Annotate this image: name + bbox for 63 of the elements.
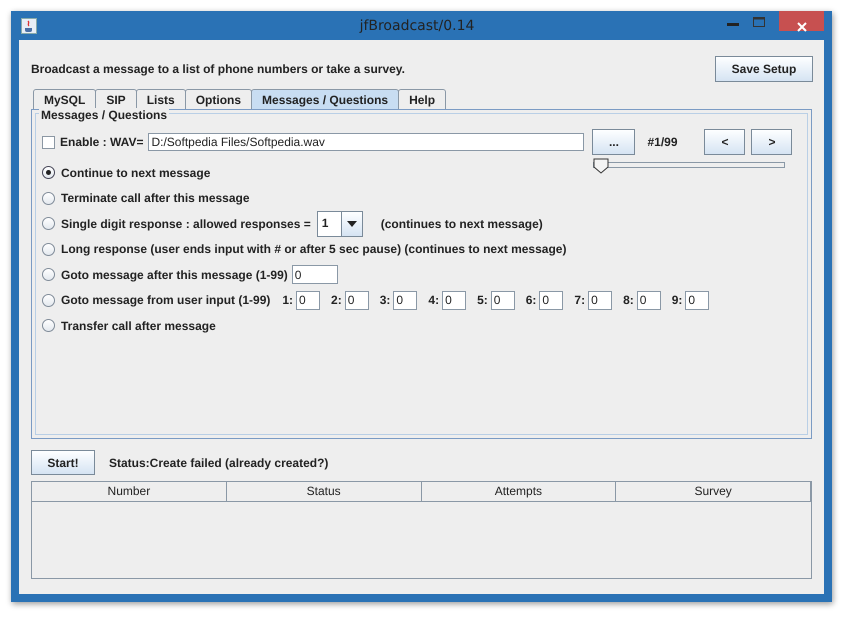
- option-label[interactable]: Continue to next message: [61, 166, 210, 180]
- message-number-field[interactable]: 0: [292, 265, 338, 284]
- radio-button[interactable]: [42, 268, 55, 282]
- description-text: Broadcast a message to a list of phone numbers or take a survey.: [31, 62, 405, 76]
- digit-label: 3:: [380, 293, 390, 308]
- option-label[interactable]: Goto message from user input (1-99): [61, 293, 270, 308]
- wav-path-field[interactable]: D:/Softpedia Files/Softpedia.wav: [148, 133, 584, 151]
- digit-label: 6:: [526, 293, 536, 308]
- enable-checkbox[interactable]: Enable : WAV=: [42, 135, 144, 149]
- digit-field[interactable]: 0: [685, 290, 710, 310]
- option-label[interactable]: Terminate call after this message: [61, 191, 250, 206]
- column-header[interactable]: Number: [32, 482, 227, 502]
- digit-field[interactable]: 0: [296, 290, 320, 310]
- digit-label: 5:: [477, 293, 488, 308]
- responses-dropdown[interactable]: 1: [316, 210, 363, 237]
- next-button[interactable]: >: [751, 129, 792, 155]
- column-header[interactable]: Attempts: [422, 482, 616, 502]
- start-button[interactable]: Start!: [31, 450, 95, 475]
- digit-field[interactable]: 0: [442, 290, 466, 310]
- slider[interactable]: [593, 158, 785, 174]
- column-header[interactable]: Survey: [616, 482, 811, 502]
- option-label[interactable]: Goto message after this message (1-99): [61, 268, 288, 282]
- save-setup-button[interactable]: Save Setup: [715, 56, 813, 82]
- close-button[interactable]: [779, 11, 824, 31]
- minimize-icon[interactable]: [727, 23, 739, 27]
- status-text: Status:Create failed (already created?): [109, 456, 328, 470]
- slider-thumb[interactable]: [593, 158, 609, 174]
- caret-icon: [346, 220, 357, 227]
- digit-field[interactable]: 0: [588, 290, 612, 310]
- option-label[interactable]: Transfer call after message: [61, 318, 216, 333]
- digit-field[interactable]: 0: [636, 290, 661, 310]
- radio-button[interactable]: [42, 319, 55, 332]
- radio-button[interactable]: [42, 217, 55, 230]
- digit-label: 4:: [428, 293, 440, 308]
- option-label[interactable]: Single digit response : allowed responses =: [61, 216, 311, 231]
- tab[interactable]: Messages / Questions: [251, 89, 400, 109]
- digit-field[interactable]: 0: [344, 290, 369, 310]
- cup-icon: [21, 18, 37, 34]
- tab[interactable]: MySQL: [33, 89, 96, 109]
- digit-field[interactable]: 0: [490, 290, 515, 310]
- tab[interactable]: Help: [398, 89, 446, 109]
- window-title: jfBroadcast/0.14: [358, 18, 476, 34]
- close-icon: [796, 22, 806, 32]
- digit-label: 7:: [574, 293, 586, 308]
- digit-label: 2:: [331, 293, 342, 308]
- maximize-icon[interactable]: [753, 17, 765, 27]
- tab[interactable]: Options: [184, 89, 252, 109]
- radio-button[interactable]: [42, 242, 55, 256]
- message-counter: #1/99: [647, 135, 678, 149]
- radio-button[interactable]: [42, 166, 55, 180]
- digit-label: 8:: [623, 293, 634, 308]
- digit-field[interactable]: 0: [539, 290, 564, 310]
- digit-field[interactable]: 0: [393, 290, 418, 310]
- column-header[interactable]: Status: [226, 482, 422, 502]
- option-label[interactable]: Long response (user ends input with # or after 5 sec pause) (continues to next message): [61, 242, 566, 256]
- note-text: (continues to next message): [380, 216, 543, 231]
- digit-label: 1:: [282, 293, 294, 308]
- radio-button[interactable]: [42, 294, 55, 307]
- previous-button[interactable]: <: [704, 129, 746, 155]
- digit-label: 9:: [672, 293, 682, 308]
- group-title: Messages / Questions: [39, 108, 170, 122]
- radio-button[interactable]: [42, 192, 55, 205]
- browse-button[interactable]: ...: [592, 129, 636, 155]
